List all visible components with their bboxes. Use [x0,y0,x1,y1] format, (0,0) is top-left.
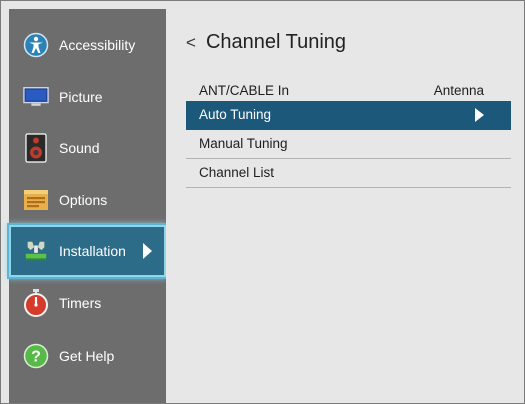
menu-row-manual-tuning[interactable]: Manual Tuning [186,130,511,159]
monitor-icon [23,84,49,110]
sidebar-item-label: Get Help [59,348,115,364]
sidebar-item-get-help[interactable]: ? Get Help [9,331,166,381]
menu-row-channel-list[interactable]: Channel List [186,159,511,188]
sidebar-item-picture[interactable]: Picture [9,72,166,122]
sidebar-item-installation[interactable]: Installation [11,227,164,275]
speaker-icon [23,133,49,163]
tv-menu-window: Accessibility Picture Sound Options Inst… [0,0,525,404]
chevron-right-icon [143,243,152,259]
stopwatch-icon [23,289,49,317]
play-arrow-icon [475,108,484,122]
sidebar-item-label: Sound [59,140,100,156]
sidebar-item-timers[interactable]: Timers [9,278,166,328]
sidebar-item-sound[interactable]: Sound [9,123,166,173]
page-title-text: Channel Tuning [205,31,347,53]
sidebar-item-label: Timers [59,295,102,311]
svg-text:?: ? [31,349,41,366]
sidebar-item-accessibility[interactable]: Accessibility [9,20,166,70]
row-value: Antenna [433,83,484,98]
row-label: ANT/CABLE In [199,83,290,98]
row-label: Auto Tuning [199,107,272,122]
back-chevron-icon[interactable]: < [186,33,196,53]
help-icon: ? [23,343,49,369]
page-title: < Channel Tuning [186,31,346,54]
accessibility-icon [23,32,49,58]
sidebar-item-label: Options [59,192,108,208]
sidebar-item-label: Accessibility [59,37,136,53]
options-icon [23,187,49,213]
row-label: Manual Tuning [199,136,288,151]
menu-row-auto-tuning[interactable]: Auto Tuning [186,101,511,130]
channel-tuning-panel: < Channel Tuning ANT/CABLE In Antenna Au… [166,9,524,403]
sidebar-item-label: Picture [59,89,103,105]
sidebar-item-label: Installation [59,243,126,259]
installation-icon [23,238,49,264]
row-label: Channel List [199,165,275,180]
sidebar-item-options[interactable]: Options [9,175,166,225]
sidebar: Accessibility Picture Sound Options Inst… [9,9,166,403]
